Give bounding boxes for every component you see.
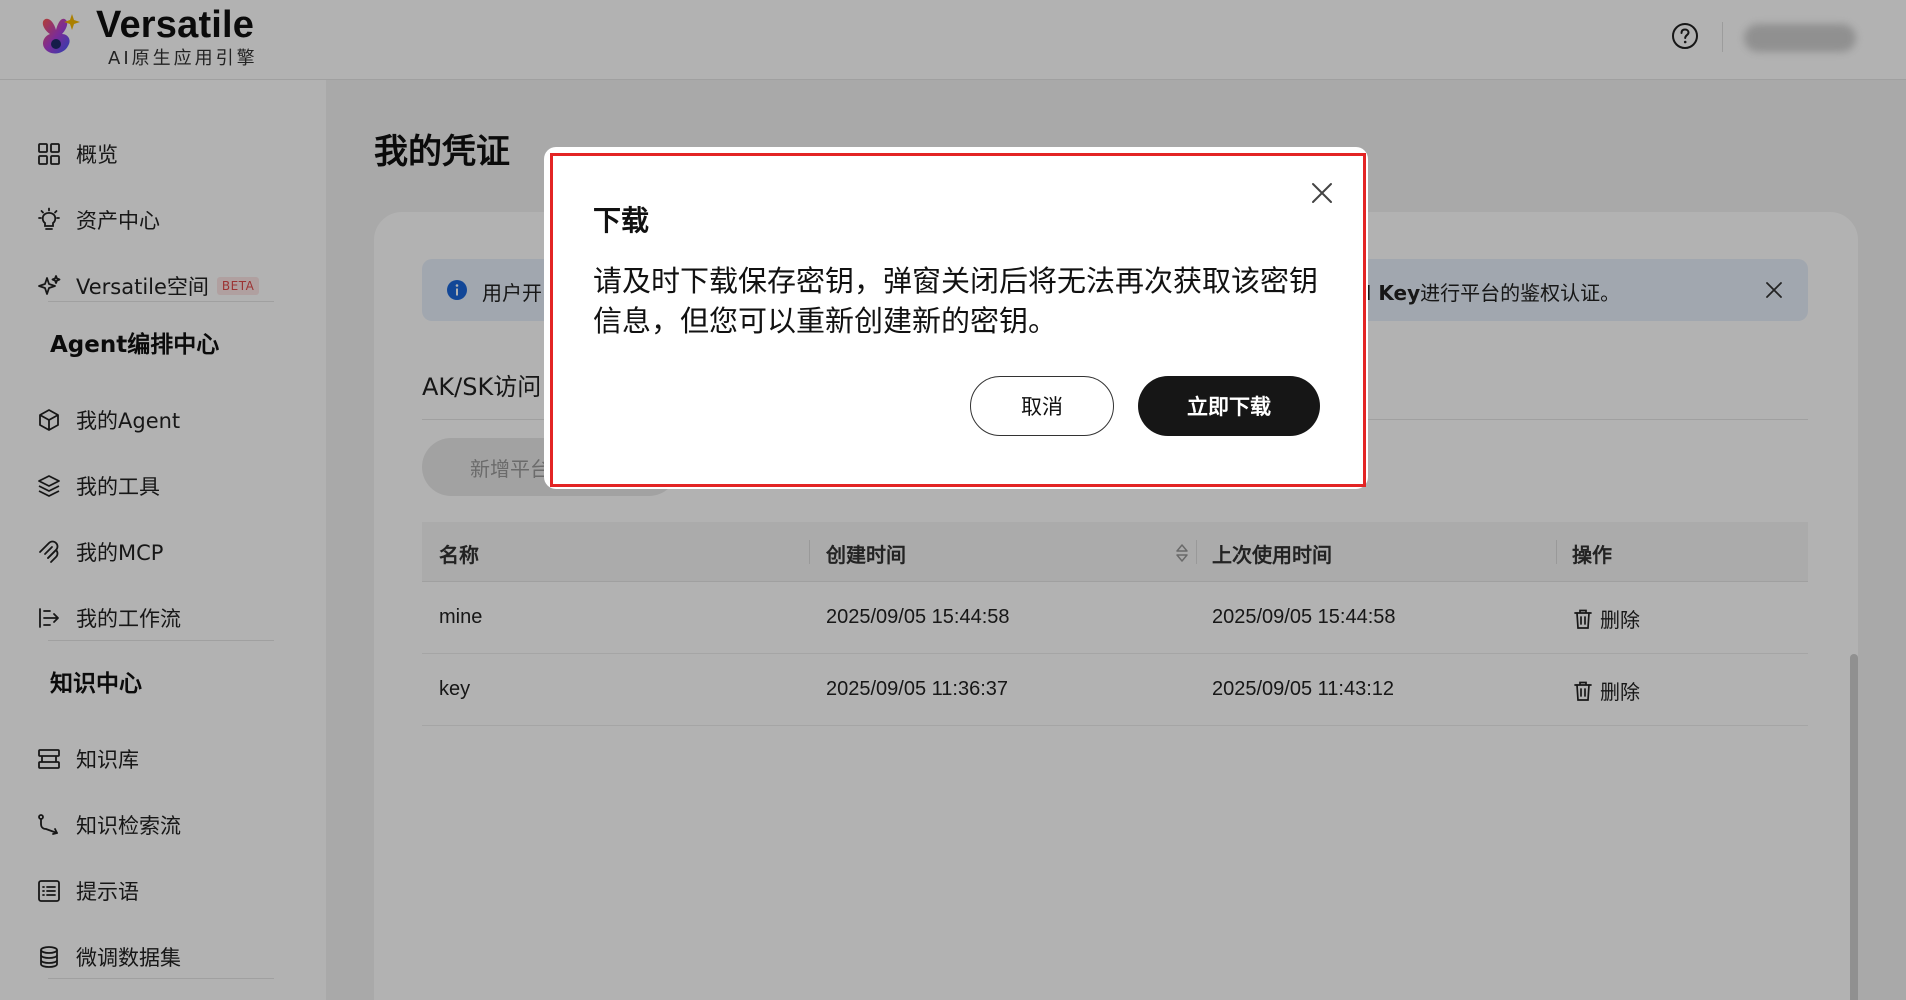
- download-now-button[interactable]: 立即下载: [1138, 376, 1320, 436]
- download-modal: 下载 请及时下载保存密钥，弹窗关闭后将无法再次获取该密钥信息，但您可以重新创建新…: [544, 147, 1368, 489]
- modal-message: 请及时下载保存密钥，弹窗关闭后将无法再次获取该密钥信息，但您可以重新创建新的密钥…: [593, 264, 1319, 338]
- close-icon[interactable]: [1309, 180, 1335, 206]
- modal-title: 下载: [593, 204, 650, 237]
- cancel-button[interactable]: 取消: [970, 376, 1114, 436]
